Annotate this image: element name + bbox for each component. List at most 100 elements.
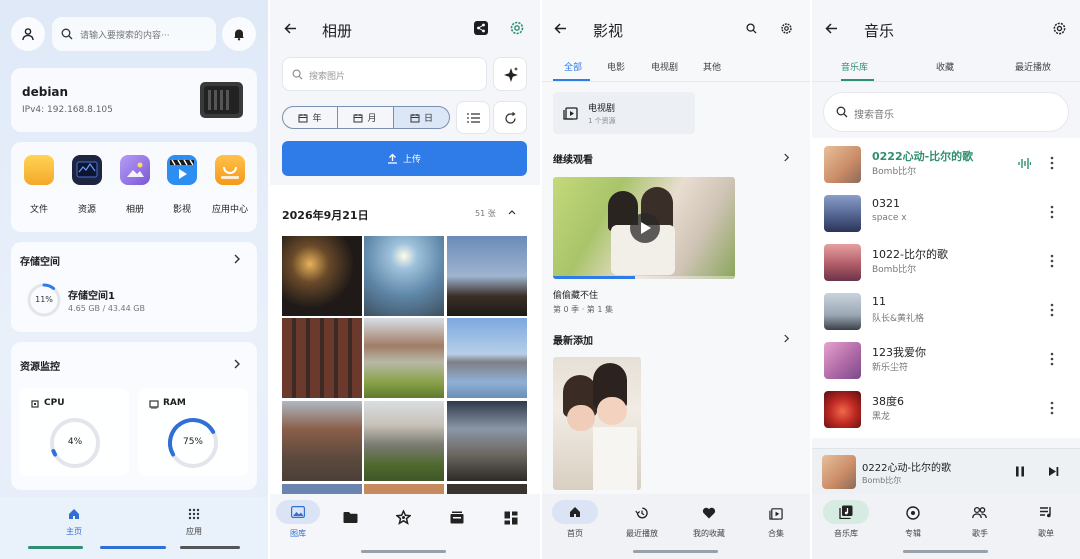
tab-movies[interactable]: 电影	[607, 60, 625, 73]
refresh-button[interactable]	[493, 101, 527, 134]
list-view-button[interactable]	[456, 101, 490, 134]
tab-recent[interactable]: 最近播放	[1015, 60, 1051, 73]
more-vertical-icon[interactable]	[1050, 303, 1054, 317]
nav-home[interactable]: 主页	[44, 505, 104, 545]
device-card[interactable]: debian IPv4: 192.168.8.105	[11, 68, 257, 132]
search-icon[interactable]	[746, 23, 757, 34]
dashboard-icon[interactable]	[504, 511, 518, 525]
more-vertical-icon[interactable]	[1050, 205, 1054, 219]
search-input[interactable]: 请输入要搜索的内容···	[52, 17, 216, 51]
monitor-card[interactable]: 资源监控 CPU 4% RAM 75%	[11, 342, 257, 490]
back-arrow-icon[interactable]	[825, 22, 838, 35]
home-indicator	[361, 550, 446, 553]
poster-figure	[567, 405, 595, 431]
photo-thumbnail[interactable]	[447, 401, 527, 481]
tab-favorites[interactable]: 收藏	[936, 60, 954, 73]
segment-year[interactable]: 年	[282, 106, 338, 129]
collection-icon[interactable]	[769, 506, 783, 520]
skip-next-icon[interactable]	[1048, 466, 1059, 477]
tab-other[interactable]: 其他	[703, 60, 721, 73]
playlist-icon[interactable]	[1039, 506, 1053, 519]
photo-thumbnail[interactable]	[447, 236, 527, 316]
tab-indicator	[841, 79, 874, 81]
song-row[interactable]: 0321 space x	[812, 188, 1080, 237]
tab-tv[interactable]: 电视剧	[651, 60, 678, 73]
song-row[interactable]: 0222心动-比尔的歌 Bomb比尔	[812, 139, 1080, 188]
chevron-right-icon[interactable]	[783, 334, 790, 343]
calendar-icon	[410, 113, 420, 122]
home-icon	[570, 507, 580, 517]
share-icon[interactable]	[474, 21, 488, 35]
song-row[interactable]: 123我爱你 新乐尘符	[812, 335, 1080, 384]
song-row[interactable]: 11 队长&黄礼格	[812, 286, 1080, 335]
store-icon[interactable]	[215, 155, 245, 185]
photo-thumbnail[interactable]	[364, 401, 444, 481]
song-artist: 新乐尘符	[872, 363, 909, 373]
nav-gallery[interactable]	[276, 500, 320, 524]
folder-icon[interactable]	[343, 511, 358, 524]
tab-indicator	[553, 79, 590, 81]
nav-artists-label: 歌手	[972, 529, 988, 538]
photo-thumbnail[interactable]	[364, 484, 444, 494]
list-icon	[467, 113, 480, 123]
nav-home[interactable]	[552, 500, 598, 524]
chevron-right-icon	[234, 254, 240, 264]
photo-thumbnail[interactable]	[447, 484, 527, 494]
back-arrow-icon[interactable]	[554, 22, 567, 35]
photo-thumbnail[interactable]	[364, 236, 444, 316]
play-button[interactable]	[630, 213, 660, 243]
notifications-button[interactable]	[222, 17, 256, 51]
category-card-tv[interactable]: 电视剧 1 个资源	[553, 92, 695, 134]
tab-all[interactable]: 全部	[564, 60, 582, 73]
video-icon[interactable]	[167, 155, 197, 185]
segment-day[interactable]: 日	[394, 106, 450, 129]
more-vertical-icon[interactable]	[1050, 352, 1054, 366]
album-stack-icon[interactable]	[450, 511, 464, 524]
gear-icon[interactable]	[509, 20, 525, 36]
ram-icon	[149, 400, 159, 409]
resource-monitor-icon[interactable]	[72, 155, 102, 185]
photo-thumbnail[interactable]	[282, 318, 362, 398]
continue-watching-thumbnail[interactable]	[553, 177, 735, 279]
search-placeholder: 请输入要搜索的内容···	[80, 31, 170, 41]
more-vertical-icon[interactable]	[1050, 401, 1054, 415]
album-icon[interactable]	[120, 155, 150, 185]
user-profile-button[interactable]	[11, 17, 45, 51]
song-artist: 队长&黄礼格	[872, 314, 925, 324]
artists-icon[interactable]	[972, 506, 987, 519]
photo-thumbnail[interactable]	[282, 484, 362, 494]
photo-thumbnail[interactable]	[447, 318, 527, 398]
search-input[interactable]: 搜索音乐	[823, 92, 1069, 132]
tab-library[interactable]: 音乐库	[841, 60, 868, 73]
nav-library[interactable]	[823, 500, 869, 524]
recent-poster[interactable]	[553, 357, 641, 490]
heart-icon[interactable]	[702, 507, 716, 519]
nav-apps[interactable]: 应用	[164, 505, 224, 545]
back-arrow-icon[interactable]	[284, 22, 297, 35]
photo-thumbnail[interactable]	[282, 236, 362, 316]
more-vertical-icon[interactable]	[1050, 254, 1054, 268]
search-input[interactable]: 搜索图片	[282, 57, 487, 91]
photo-thumbnail[interactable]	[364, 318, 444, 398]
album-disc-icon[interactable]	[906, 506, 920, 520]
more-vertical-icon[interactable]	[1050, 156, 1054, 170]
chevron-right-icon[interactable]	[783, 153, 790, 162]
photo-thumbnail[interactable]	[282, 401, 362, 481]
pause-icon[interactable]	[1015, 466, 1025, 477]
song-row[interactable]: 38度6 黑龙	[812, 384, 1080, 433]
gear-icon[interactable]	[780, 22, 793, 35]
folder-icon[interactable]	[24, 155, 54, 185]
song-row[interactable]: 1022-比尔的歌 Bomb比尔	[812, 237, 1080, 286]
photo-count: 51 张	[475, 209, 496, 218]
storage-card[interactable]: 存储空间 11% 存储空间1 4.65 GB / 43.44 GB	[11, 242, 257, 332]
chevron-up-icon[interactable]	[508, 209, 516, 215]
gear-icon[interactable]	[1052, 21, 1067, 36]
mini-player[interactable]: 0222心动-比尔的歌 Bomb比尔	[812, 448, 1080, 494]
history-icon[interactable]	[635, 506, 649, 520]
date-heading: 2026年9月21日	[282, 209, 369, 222]
star-icon[interactable]	[396, 510, 411, 525]
segment-month[interactable]: 月	[337, 106, 394, 129]
page-title: 影视	[593, 22, 624, 40]
ai-search-button[interactable]	[493, 57, 527, 91]
upload-button[interactable]: 上传	[282, 141, 527, 176]
